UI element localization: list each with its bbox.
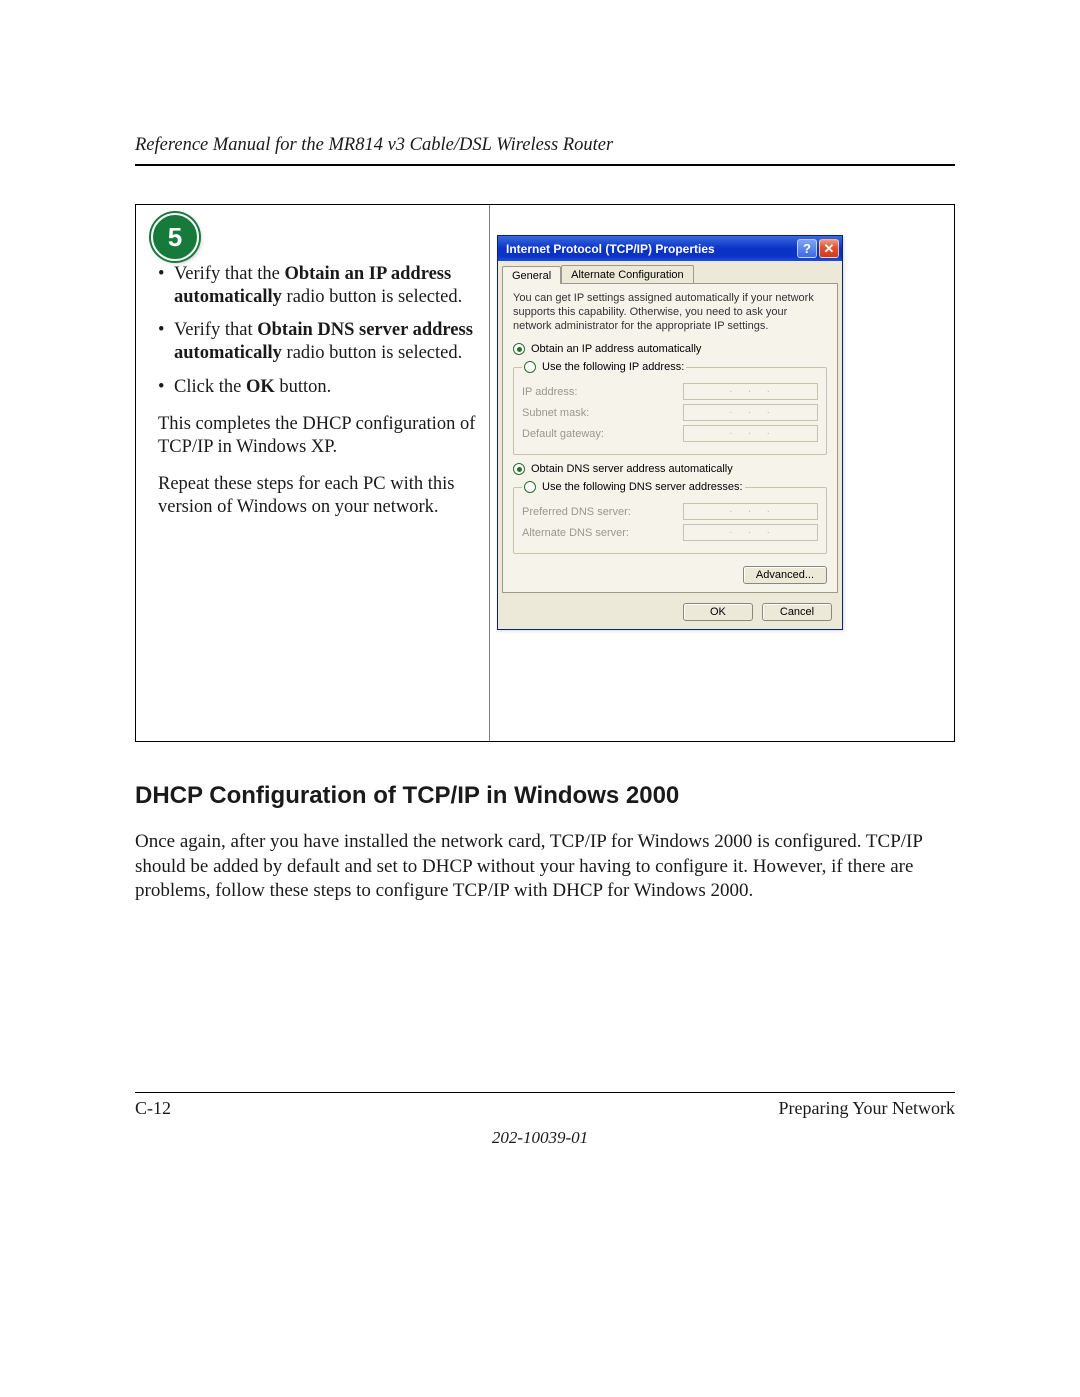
step-block: 5 Verify that the Obtain an IP address a…	[135, 204, 955, 742]
help-button[interactable]: ?	[797, 239, 817, 258]
tab-general[interactable]: General	[502, 266, 561, 284]
radio-checked-icon	[513, 463, 525, 475]
preferred-dns-input[interactable]: ...	[683, 503, 818, 520]
text-run: Verify that	[174, 320, 257, 340]
document-page: Reference Manual for the MR814 v3 Cable/…	[0, 0, 1080, 1397]
text-run: radio button is selected.	[282, 287, 462, 307]
field-subnet-mask: Subnet mask: ...	[522, 404, 818, 421]
paragraph: This completes the DHCP configuration of…	[158, 413, 483, 459]
step-number-badge: 5	[151, 213, 199, 261]
close-button[interactable]: ✕	[819, 239, 839, 258]
field-ip-address: IP address: ...	[522, 383, 818, 400]
text-run: Click the	[174, 377, 246, 397]
tcpip-properties-dialog: Internet Protocol (TCP/IP) Properties ? …	[497, 235, 843, 630]
dialog-titlebar[interactable]: Internet Protocol (TCP/IP) Properties ? …	[498, 236, 842, 261]
text-run: radio button is selected.	[282, 343, 462, 363]
field-label: Default gateway:	[522, 428, 604, 440]
field-alternate-dns: Alternate DNS server: ...	[522, 524, 818, 541]
radio-obtain-ip-automatically[interactable]: Obtain an IP address automatically	[513, 343, 827, 355]
ip-address-input[interactable]: ...	[683, 383, 818, 400]
footer-rule	[135, 1092, 955, 1093]
instruction-bullet-1: Verify that the Obtain an IP address aut…	[158, 263, 483, 309]
field-label: Alternate DNS server:	[522, 527, 629, 539]
text-run: button.	[275, 377, 332, 397]
radio-use-following-dns[interactable]: Use the following DNS server addresses:	[524, 481, 743, 493]
section-heading: DHCP Configuration of TCP/IP in Windows …	[135, 782, 955, 810]
text-bold: OK	[246, 377, 275, 397]
radio-label: Use the following IP address:	[542, 361, 684, 373]
field-label: IP address:	[522, 386, 577, 398]
instruction-bullet-3: Click the OK button.	[158, 376, 483, 399]
radio-use-following-ip[interactable]: Use the following IP address:	[524, 361, 684, 373]
header-rule	[135, 164, 955, 166]
radio-unchecked-icon	[524, 481, 536, 493]
advanced-button[interactable]: Advanced...	[743, 566, 827, 584]
subnet-mask-input[interactable]: ...	[683, 404, 818, 421]
document-number: 202-10039-01	[0, 1128, 1080, 1148]
text-run: Verify that the	[174, 264, 284, 284]
radio-label: Obtain an IP address automatically	[531, 343, 701, 355]
cancel-button[interactable]: Cancel	[762, 603, 832, 621]
field-label: Subnet mask:	[522, 407, 589, 419]
chapter-title: Preparing Your Network	[779, 1098, 955, 1119]
radio-unchecked-icon	[524, 361, 536, 373]
instruction-bullet-2: Verify that Obtain DNS server address au…	[158, 319, 483, 365]
paragraph: Repeat these steps for each PC with this…	[158, 473, 483, 519]
tab-strip: General Alternate Configuration	[498, 261, 842, 283]
tab-alternate-configuration[interactable]: Alternate Configuration	[561, 265, 694, 283]
running-header: Reference Manual for the MR814 v3 Cable/…	[135, 135, 955, 156]
radio-label: Obtain DNS server address automatically	[531, 463, 733, 475]
radio-label: Use the following DNS server addresses:	[542, 481, 743, 493]
default-gateway-input[interactable]: ...	[683, 425, 818, 442]
dialog-title: Internet Protocol (TCP/IP) Properties	[506, 242, 797, 256]
field-label: Preferred DNS server:	[522, 506, 631, 518]
ip-address-group: Use the following IP address: IP address…	[513, 361, 827, 455]
step-text-column: 5 Verify that the Obtain an IP address a…	[136, 205, 490, 741]
page-footer: C-12 Preparing Your Network	[135, 1098, 955, 1119]
ok-button[interactable]: OK	[683, 603, 753, 621]
dialog-info-text: You can get IP settings assigned automat…	[513, 292, 827, 333]
field-preferred-dns: Preferred DNS server: ...	[522, 503, 818, 520]
radio-obtain-dns-automatically[interactable]: Obtain DNS server address automatically	[513, 463, 827, 475]
section-body: Once again, after you have installed the…	[135, 830, 955, 904]
screenshot-column: Internet Protocol (TCP/IP) Properties ? …	[490, 205, 954, 741]
dns-server-group: Use the following DNS server addresses: …	[513, 481, 827, 554]
tab-panel-general: You can get IP settings assigned automat…	[502, 283, 838, 593]
page-number: C-12	[135, 1098, 171, 1119]
radio-checked-icon	[513, 343, 525, 355]
dialog-footer: OK Cancel	[498, 597, 842, 629]
field-default-gateway: Default gateway: ...	[522, 425, 818, 442]
alternate-dns-input[interactable]: ...	[683, 524, 818, 541]
